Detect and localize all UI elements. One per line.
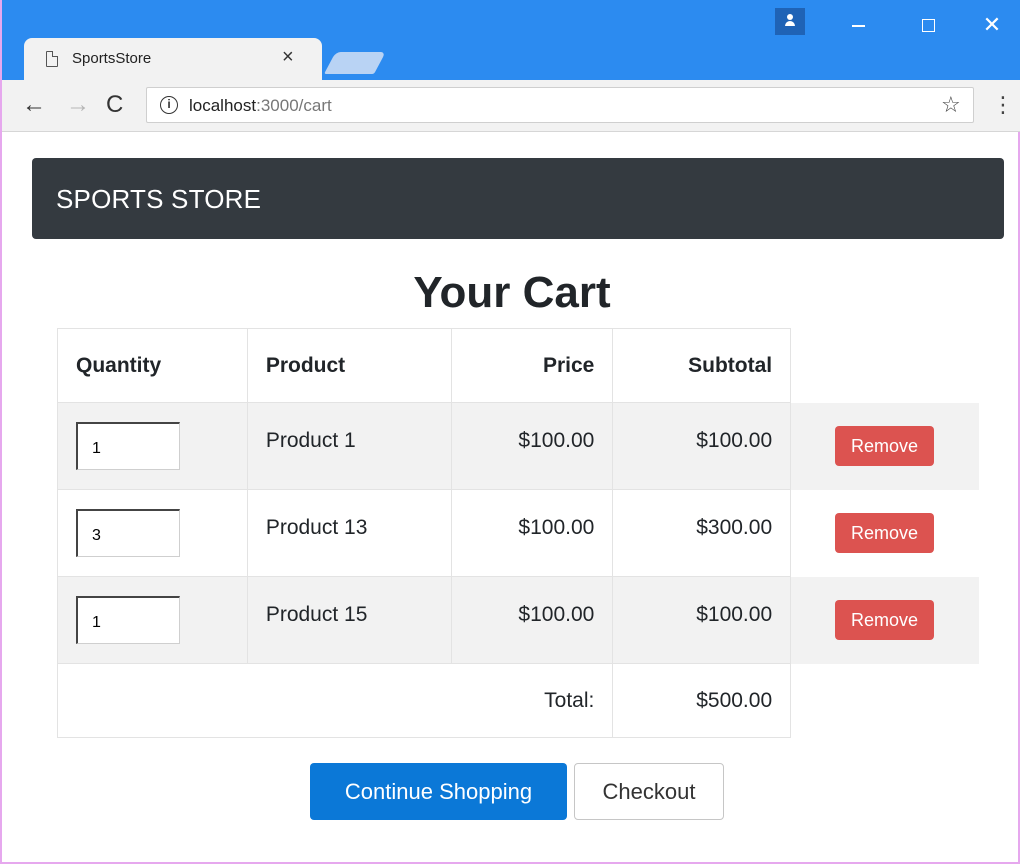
- product-price: $100.00: [450, 489, 614, 577]
- browser-window: SportsStore × ✕ ← → C i localhost:3000/c…: [0, 0, 1020, 864]
- header-quantity: Quantity: [57, 328, 248, 403]
- row-action-cell: Remove: [791, 577, 979, 664]
- url-host: localhost: [189, 96, 257, 115]
- product-price: $100.00: [450, 576, 614, 664]
- table-row: Product 1 $100.00 $100.00 Remove: [57, 402, 979, 490]
- quantity-input[interactable]: [76, 596, 180, 644]
- bookmark-star-icon[interactable]: ☆: [941, 92, 961, 118]
- page-title: Your Cart: [413, 268, 611, 317]
- cart-table: Quantity Product Price Subtotal Product …: [56, 328, 979, 738]
- header-subtotal: Subtotal: [612, 328, 792, 403]
- row-action-cell: Remove: [791, 490, 979, 577]
- table-row: Product 15 $100.00 $100.00 Remove: [57, 576, 979, 664]
- line-subtotal: $300.00: [612, 489, 792, 577]
- checkout-button[interactable]: Checkout: [574, 763, 724, 820]
- line-subtotal: $100.00: [612, 576, 792, 664]
- row-action-cell: Remove: [791, 403, 979, 490]
- continue-shopping-button[interactable]: Continue Shopping: [310, 763, 567, 820]
- product-name: Product 1: [246, 402, 452, 490]
- table-header-row: Quantity Product Price Subtotal: [57, 328, 979, 403]
- remove-button[interactable]: Remove: [835, 600, 935, 640]
- browser-tab[interactable]: SportsStore ×: [24, 38, 322, 82]
- url-text[interactable]: localhost:3000/cart: [189, 96, 332, 116]
- address-bar[interactable]: i localhost:3000/cart ☆: [146, 87, 974, 123]
- product-name: Product 13: [246, 489, 452, 577]
- close-window-button[interactable]: ✕: [972, 10, 1012, 40]
- header-price: Price: [450, 328, 614, 403]
- store-navbar: SPORTS STORE: [32, 158, 1004, 239]
- product-price: $100.00: [450, 402, 614, 490]
- quantity-input[interactable]: [76, 422, 180, 470]
- total-value: $500.00: [612, 663, 792, 738]
- back-arrow-icon[interactable]: ←: [22, 90, 46, 120]
- maximize-button[interactable]: [908, 10, 948, 40]
- tab-close-icon[interactable]: ×: [282, 47, 294, 67]
- page-icon: [46, 51, 58, 67]
- person-icon: [785, 14, 795, 28]
- new-tab-button[interactable]: [324, 52, 386, 74]
- quantity-input[interactable]: [76, 509, 180, 557]
- profile-button[interactable]: [775, 8, 805, 35]
- browser-menu-icon[interactable]: ⋮: [992, 90, 1014, 120]
- store-brand[interactable]: SPORTS STORE: [56, 184, 261, 215]
- table-row: Product 13 $100.00 $300.00 Remove: [57, 489, 979, 577]
- total-label: Total:: [56, 663, 614, 738]
- remove-button[interactable]: Remove: [835, 426, 935, 466]
- browser-toolbar: ← → C i localhost:3000/cart ☆ ⋮: [2, 80, 1020, 132]
- minimize-icon: [851, 24, 865, 27]
- header-product: Product: [246, 328, 452, 403]
- maximize-icon: [921, 19, 935, 33]
- forward-arrow-icon[interactable]: →: [66, 90, 90, 120]
- remove-button[interactable]: Remove: [835, 513, 935, 553]
- tab-title: SportsStore: [72, 50, 152, 67]
- product-name: Product 15: [246, 576, 452, 664]
- total-row: Total: $500.00: [56, 663, 979, 738]
- header-actions: [791, 329, 979, 403]
- title-bar: SportsStore × ✕: [2, 0, 1020, 82]
- reload-icon[interactable]: C: [106, 90, 123, 120]
- line-subtotal: $100.00: [612, 402, 792, 490]
- info-icon[interactable]: i: [160, 96, 178, 114]
- total-spacer: [791, 664, 979, 738]
- minimize-button[interactable]: [838, 10, 878, 40]
- url-path: :3000/cart: [256, 96, 332, 115]
